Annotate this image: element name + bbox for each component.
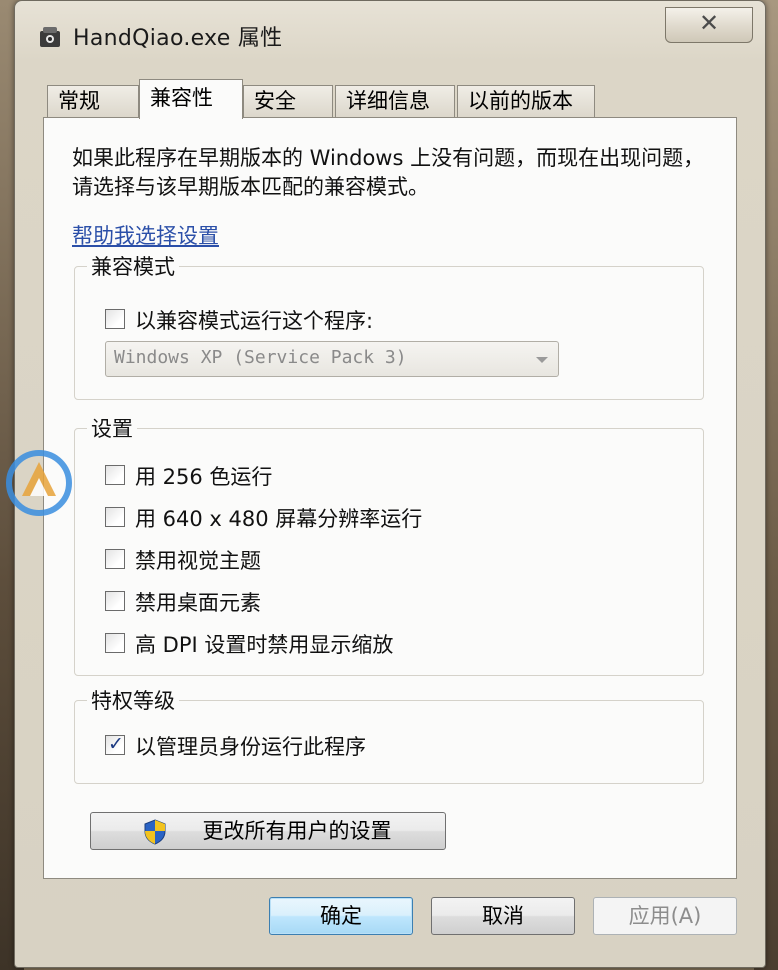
- tab-general[interactable]: 常规: [47, 85, 139, 117]
- dropdown-arrow-icon: [536, 357, 548, 363]
- privilege-level-group-title: 特权等级: [87, 685, 179, 715]
- cancel-button[interactable]: 取消: [431, 897, 575, 935]
- privilege-level-group: 特权等级 ✓ 以管理员身份运行此程序: [74, 685, 704, 784]
- compat-description: 如果此程序在早期版本的 Windows 上没有问题，而现在出现问题，请选择与该早…: [72, 146, 705, 199]
- setting-disable-desktop-composition-label: 禁用桌面元素: [135, 591, 261, 615]
- apply-label: 应用(A): [628, 904, 702, 928]
- setting-disable-visual-themes-label: 禁用视觉主题: [135, 549, 261, 573]
- cancel-label: 取消: [482, 904, 524, 928]
- change-settings-all-users-button[interactable]: 更改所有用户的设置: [90, 812, 446, 850]
- tab-previous-versions[interactable]: 以前的版本: [457, 85, 595, 117]
- run-in-compat-mode-checkbox[interactable]: [105, 309, 125, 329]
- tab-strip: 常规 兼容性 安全 详细信息 以前的版本: [47, 79, 607, 119]
- change-settings-all-users-label: 更改所有用户的设置: [202, 819, 392, 843]
- app-icon: [40, 27, 60, 47]
- compat-os-select-value: Windows XP (Service Pack 3): [114, 347, 407, 368]
- uac-shield-icon: [144, 819, 166, 845]
- settings-group-title: 设置: [87, 413, 137, 443]
- watermark-logo: [6, 450, 72, 516]
- run-as-admin-checkbox[interactable]: ✓: [105, 733, 125, 755]
- tab-security[interactable]: 安全: [243, 85, 333, 117]
- title-bar[interactable]: HandQiao.exe 属性 ✕: [15, 1, 765, 63]
- tab-details[interactable]: 详细信息: [335, 85, 455, 117]
- setting-disable-visual-themes-checkbox[interactable]: [105, 549, 125, 569]
- run-in-compat-mode-label: 以兼容模式运行这个程序:: [135, 309, 374, 333]
- help-choose-settings-link[interactable]: 帮助我选择设置: [72, 220, 219, 250]
- window-title: HandQiao.exe 属性: [73, 26, 283, 51]
- ok-label: 确定: [320, 904, 362, 928]
- setting-disable-dpi-scaling-label: 高 DPI 设置时禁用显示缩放: [135, 633, 394, 657]
- ok-button[interactable]: 确定: [269, 897, 413, 935]
- compat-mode-group: 兼容模式 以兼容模式运行这个程序: Windows XP (Service Pa…: [74, 251, 704, 400]
- tab-compatibility[interactable]: 兼容性: [139, 79, 243, 119]
- compat-os-select[interactable]: Windows XP (Service Pack 3): [105, 341, 559, 377]
- compat-mode-group-title: 兼容模式: [87, 251, 179, 281]
- apply-button[interactable]: 应用(A): [593, 897, 737, 935]
- close-button[interactable]: ✕: [665, 7, 753, 43]
- setting-disable-dpi-scaling-checkbox[interactable]: [105, 633, 125, 653]
- run-as-admin-label: 以管理员身份运行此程序: [135, 735, 366, 759]
- close-icon: ✕: [698, 9, 720, 37]
- checkmark-icon: ✓: [108, 733, 124, 755]
- setting-disable-desktop-composition-checkbox[interactable]: [105, 591, 125, 611]
- site-watermark: [4, 440, 244, 520]
